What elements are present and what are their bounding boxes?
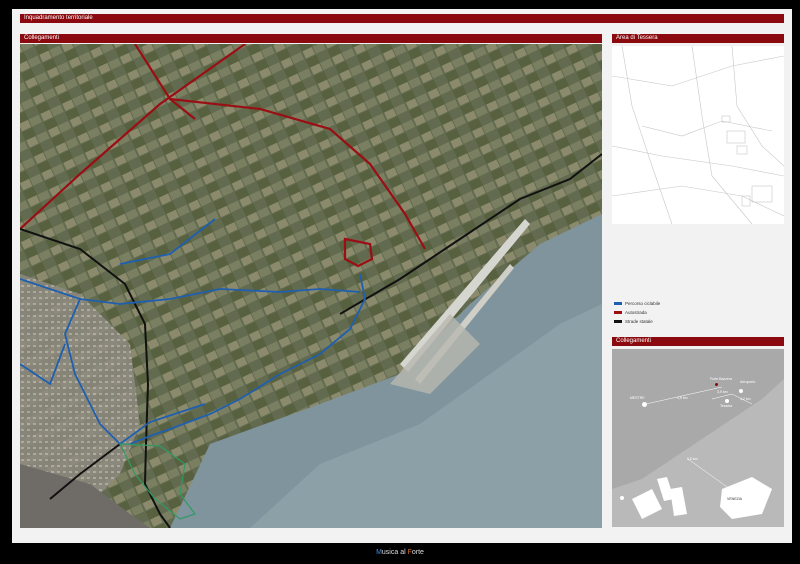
connections-panel[interactable]: MESTRE Forte Bazzera Aeroporto Tessera V… [612, 349, 784, 527]
aeroporto-label: Aeroporto [740, 380, 756, 384]
legend-label-motorway: Autostrada [625, 309, 647, 315]
area-map-title-bar: Area di Tessera [612, 34, 784, 43]
lido-marker [755, 486, 759, 490]
legend-item-cycle: Percorso ciclabile [614, 300, 660, 306]
legend-item-state-road: Strade statale [614, 318, 653, 324]
legend-swatch-state-road [614, 319, 622, 323]
map-overlay [20, 44, 602, 528]
legend-label-cycle: Percorso ciclabile [625, 300, 661, 306]
forte-bazzera-marker [715, 383, 718, 386]
main-map-title-bar: Collegamenti [20, 34, 602, 43]
connections-drawing [612, 349, 784, 519]
distance-2: 3,9 km [717, 390, 728, 394]
venezia-marker [735, 492, 739, 496]
tessera-label: Tessera [720, 404, 733, 408]
mestre-label: MESTRE [630, 396, 645, 400]
distance-1: 4,5 km [677, 396, 688, 400]
area-map-drawing [612, 46, 784, 224]
forte-bazzera-label: Forte Bazzera [710, 377, 732, 381]
connections-title-bar: Collegamenti [612, 337, 784, 346]
area-map-panel[interactable] [612, 46, 784, 224]
brand-text-1: usica al [381, 549, 408, 556]
venezia-label: VENEZIA [727, 497, 742, 501]
legend-label-state-road: Strade statale [625, 318, 653, 324]
header-title-bar: Inquadramento territoriale [20, 14, 784, 23]
legend-swatch-cycle [614, 301, 622, 305]
west-marker [620, 496, 624, 500]
legend-swatch-motorway [614, 310, 622, 314]
mestre-marker [642, 402, 647, 407]
distance-4: 6,5 km [687, 457, 698, 461]
legend-item-motorway: Autostrada [614, 309, 647, 315]
brand-text-2: orte [411, 549, 424, 556]
distance-3: 4,2 km [740, 397, 751, 401]
aerial-map[interactable] [20, 44, 602, 528]
footer-brand: Musica al Forte [0, 549, 800, 556]
aeroporto-marker [739, 389, 743, 393]
tessera-marker [725, 399, 729, 403]
